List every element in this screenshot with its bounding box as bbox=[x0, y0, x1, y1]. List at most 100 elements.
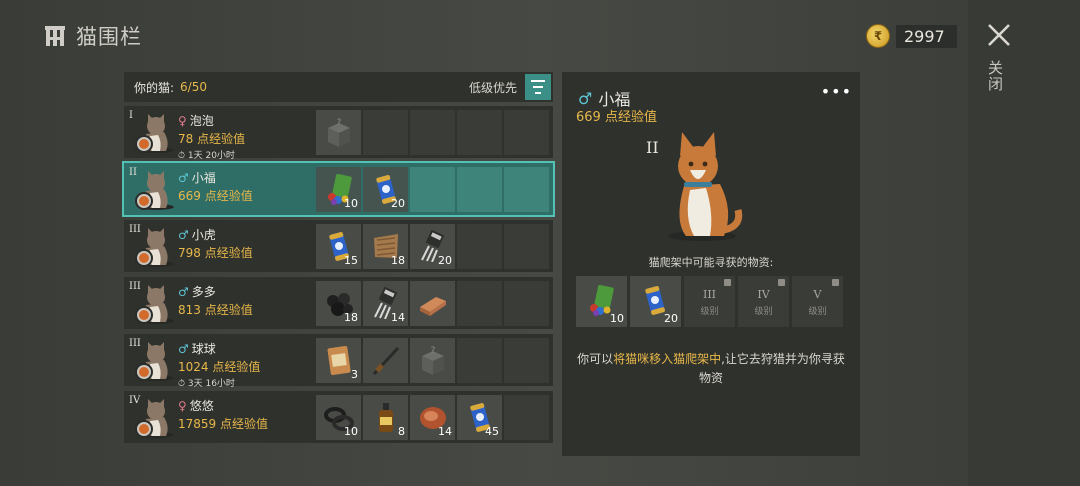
empty-slot bbox=[363, 110, 408, 155]
female-icon: ♀ bbox=[178, 113, 187, 128]
locked-slot: V 级别 bbox=[792, 276, 843, 327]
item-slot[interactable]: 10 bbox=[316, 167, 361, 212]
side-strip bbox=[968, 0, 1080, 486]
cat-detail-panel: ♂ 小福 669 点经验值 ••• II 猫爬架中可能寻获的物资: 10 20 II… bbox=[562, 72, 860, 456]
item-slot[interactable]: 14 bbox=[410, 395, 455, 440]
cat-timer: ⏱ 3天 16小时 bbox=[178, 379, 235, 389]
hunt-items: 10 20 III 级别 IV 级别 V 级别 bbox=[576, 276, 843, 327]
item-slot[interactable]: 8 bbox=[363, 395, 408, 440]
cat-row[interactable]: IV ♀ 悠悠 17859 点经验值 10 8 14 45 bbox=[124, 391, 553, 443]
item-slot[interactable] bbox=[410, 281, 455, 326]
cat-name: 多多 bbox=[191, 285, 216, 299]
level-label: 级别 bbox=[754, 307, 773, 317]
item-slot[interactable]: 18 bbox=[363, 224, 408, 269]
cat-count-label: 你的猫: bbox=[134, 80, 175, 95]
item-slot[interactable]: ? bbox=[410, 338, 455, 383]
cat-row[interactable]: I ♀ 泡泡 78 点经验值 ⏱ 1天 20小时? bbox=[124, 106, 553, 161]
sort-label[interactable]: 低级优先 bbox=[469, 79, 517, 96]
cat-avatar bbox=[134, 342, 178, 382]
list-header: 你的猫: 6/50 低级优先 bbox=[124, 72, 553, 102]
item-qty: 18 bbox=[391, 254, 405, 267]
item-qty: 20 bbox=[391, 197, 405, 210]
item-slot[interactable]: 15 bbox=[316, 224, 361, 269]
seed-bag-icon bbox=[324, 344, 354, 376]
level-numeral: III bbox=[702, 288, 717, 301]
coin-icon: ₹ bbox=[866, 24, 890, 48]
male-icon: ♂ bbox=[178, 170, 189, 185]
item-qty: 10 bbox=[344, 425, 358, 438]
item-slot[interactable]: 3 bbox=[316, 338, 361, 383]
item-qty: 15 bbox=[344, 254, 358, 267]
item-qty: 10 bbox=[344, 197, 358, 210]
more-options-button[interactable]: ••• bbox=[821, 82, 852, 101]
fence-icon bbox=[45, 26, 65, 46]
item-qty: 20 bbox=[438, 254, 452, 267]
item-slots: 10 8 14 45 bbox=[316, 395, 549, 440]
cat-name: 悠悠 bbox=[189, 399, 214, 413]
level-label: 级别 bbox=[700, 307, 719, 317]
svg-text:?: ? bbox=[431, 346, 436, 356]
item-slot[interactable]: 14 bbox=[363, 281, 408, 326]
male-icon: ♂ bbox=[578, 88, 593, 108]
item-slots: 18 14 bbox=[316, 281, 549, 326]
male-icon: ♂ bbox=[178, 227, 189, 242]
hunt-title: 猫爬架中可能寻获的物资: bbox=[648, 256, 774, 269]
empty-slot bbox=[457, 110, 502, 155]
lock-icon bbox=[724, 279, 731, 286]
cat-name: 泡泡 bbox=[189, 114, 214, 128]
empty-slot bbox=[457, 338, 502, 383]
cat-avatar bbox=[134, 171, 178, 211]
item-slots: 3? bbox=[316, 338, 549, 383]
item-qty: 45 bbox=[485, 425, 499, 438]
empty-slot bbox=[410, 110, 455, 155]
mystery-box-icon: ? bbox=[324, 116, 354, 148]
empty-slot bbox=[504, 224, 549, 269]
empty-slot bbox=[504, 110, 549, 155]
cat-row[interactable]: III ♂ 球球 1024 点经验值 ⏱ 3天 16小时 3? bbox=[124, 334, 553, 389]
sort-button[interactable] bbox=[525, 74, 551, 100]
female-icon: ♀ bbox=[178, 398, 187, 413]
cat-avatar bbox=[134, 285, 178, 325]
bottle-icon bbox=[371, 401, 401, 433]
cat-xp: 813 点经验值 bbox=[178, 303, 253, 317]
cat-count-value: 6/50 bbox=[180, 80, 207, 94]
cat-tier: I bbox=[129, 110, 133, 121]
cat-name: 球球 bbox=[191, 342, 216, 356]
cat-row[interactable]: II ♂ 小福 669 点经验值 10 20 bbox=[122, 161, 555, 217]
cat-xp: 17859 点经验值 bbox=[178, 417, 268, 431]
item-slot[interactable]: ? bbox=[316, 110, 361, 155]
close-icon[interactable] bbox=[984, 20, 1014, 50]
item-slot[interactable] bbox=[363, 338, 408, 383]
item-slot[interactable]: 20 bbox=[410, 224, 455, 269]
cat-xp: 78 点经验值 bbox=[178, 132, 246, 146]
cat-row[interactable]: III ♂ 多多 813 点经验值 18 14 bbox=[124, 277, 553, 329]
coin-value: 2997 bbox=[896, 24, 957, 48]
hunt-item-slot[interactable]: 10 bbox=[576, 276, 627, 327]
cat-name: 小虎 bbox=[191, 228, 216, 242]
item-slot[interactable]: 18 bbox=[316, 281, 361, 326]
empty-slot bbox=[504, 281, 549, 326]
cat-row[interactable]: III ♂ 小虎 798 点经验值 15 18 20 bbox=[124, 220, 553, 272]
detail-xp: 669 点经验值 bbox=[576, 110, 657, 125]
male-icon: ♂ bbox=[178, 341, 189, 356]
level-numeral: V bbox=[813, 288, 822, 301]
locked-slot: III 级别 bbox=[684, 276, 735, 327]
item-qty: 10 bbox=[610, 312, 624, 325]
item-qty: 8 bbox=[398, 425, 405, 438]
cat-avatar bbox=[134, 399, 178, 439]
item-slot[interactable]: 10 bbox=[316, 395, 361, 440]
page-title: 猫围栏 bbox=[76, 25, 142, 49]
item-slots: 15 18 20 bbox=[316, 224, 549, 269]
locked-slot: IV 级别 bbox=[738, 276, 789, 327]
cat-list: 你的猫: 6/50 低级优先 I ♀ 泡泡 78 点经验值 ⏱ 1天 20小时? II ♂ 小… bbox=[122, 72, 555, 456]
level-numeral: IV bbox=[757, 288, 770, 301]
close-label[interactable]: 关闭 bbox=[988, 60, 1008, 92]
lock-icon bbox=[832, 279, 839, 286]
item-slot[interactable]: 45 bbox=[457, 395, 502, 440]
svg-text:?: ? bbox=[337, 118, 342, 128]
hunt-item-slot[interactable]: 20 bbox=[630, 276, 681, 327]
item-slots: ? bbox=[316, 110, 549, 155]
cat-timer: ⏱ 1天 20小时 bbox=[178, 151, 235, 161]
item-slot[interactable]: 20 bbox=[363, 167, 408, 212]
empty-slot bbox=[504, 338, 549, 383]
